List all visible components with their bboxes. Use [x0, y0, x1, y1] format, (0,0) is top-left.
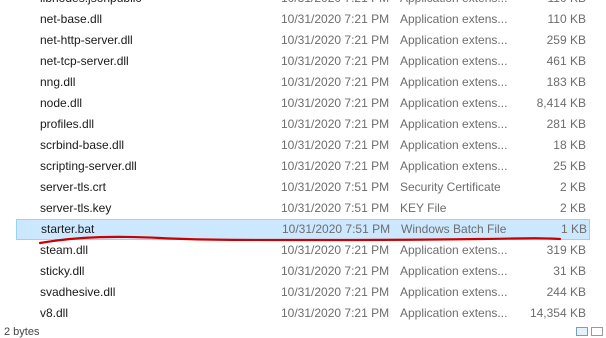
file-name: v8.dll: [40, 306, 69, 320]
file-name: profiles.dll: [40, 117, 95, 131]
file-list: libnodes.jsonpublic 10/31/2020 7:21 PM A…: [0, 0, 606, 324]
file-row[interactable]: steam.dll 10/31/2020 7:21 PM Application…: [0, 240, 606, 261]
file-row[interactable]: libnodes.jsonpublic 10/31/2020 7:21 PM A…: [0, 0, 606, 9]
file-date-modified: 10/31/2020 7:21 PM: [281, 285, 390, 299]
file-size: 8,414 KB: [536, 96, 586, 110]
file-name: libnodes.jsonpublic: [40, 0, 270, 9]
file-name: starter.bat: [41, 222, 95, 236]
file-name: server-tls.crt: [40, 180, 106, 194]
file-type: KEY File: [400, 201, 447, 215]
file-size: 281 KB: [546, 117, 586, 131]
file-type: Application extens...: [400, 138, 508, 152]
file-name: net-base.dll: [40, 12, 103, 26]
file-date-modified: 10/31/2020 7:21 PM: [281, 138, 390, 152]
file-date-modified: 10/31/2020 7:21 PM: [281, 306, 390, 320]
file-type: Application extens...: [400, 54, 508, 68]
file-row[interactable]: nng.dll 10/31/2020 7:21 PM Application e…: [0, 72, 606, 93]
file-row[interactable]: server-tls.key 10/31/2020 7:51 PM KEY Fi…: [0, 198, 606, 219]
file-date-modified: 10/31/2020 7:51 PM: [282, 222, 391, 236]
file-date-modified: 10/31/2020 7:21 PM: [281, 12, 390, 26]
file-row[interactable]: net-base.dll 10/31/2020 7:21 PM Applicat…: [0, 9, 606, 30]
file-row[interactable]: node.dll 10/31/2020 7:21 PM Application …: [0, 93, 606, 114]
file-name: nng.dll: [40, 75, 76, 89]
file-size: 18 KB: [553, 138, 586, 152]
file-type: Application extens...: [400, 285, 508, 299]
file-name: steam.dll: [40, 243, 89, 257]
file-row[interactable]: scripting-server.dll 10/31/2020 7:21 PM …: [0, 156, 606, 177]
file-date-modified: 10/31/2020 7:21 PM: [281, 33, 390, 47]
file-type: Windows Batch File: [401, 222, 507, 236]
file-type: Application extens...: [400, 96, 508, 110]
file-type: Application extens...: [400, 0, 510, 9]
file-date-modified: 10/31/2020 7:21 PM: [281, 243, 390, 257]
file-date-modified: 10/31/2020 7:21 PM: [281, 264, 390, 278]
file-name: net-tcp-server.dll: [40, 54, 129, 68]
file-row[interactable]: sticky.dll 10/31/2020 7:21 PM Applicatio…: [0, 261, 606, 282]
file-size: 319 KB: [546, 243, 586, 257]
file-date-modified: 10/31/2020 7:21 PM: [281, 96, 390, 110]
file-size: 183 KB: [546, 75, 586, 89]
file-type: Application extens...: [400, 243, 508, 257]
file-size: 31 KB: [553, 264, 586, 278]
file-size: 2 KB: [559, 180, 586, 194]
file-date-modified: 10/31/2020 7:51 PM: [281, 180, 390, 194]
file-type: Application extens...: [400, 306, 508, 320]
file-row[interactable]: server-tls.crt 10/31/2020 7:51 PM Securi…: [0, 177, 606, 198]
status-text: 2 bytes: [4, 326, 40, 338]
file-type: Application extens...: [400, 117, 508, 131]
file-row[interactable]: net-http-server.dll 10/31/2020 7:21 PM A…: [0, 30, 606, 51]
file-row[interactable]: v8.dll 10/31/2020 7:21 PM Application ex…: [0, 303, 606, 324]
file-date-modified: 10/31/2020 7:21 PM: [281, 159, 390, 173]
file-row[interactable]: profiles.dll 10/31/2020 7:21 PM Applicat…: [0, 114, 606, 135]
file-row[interactable]: starter.bat 10/31/2020 7:51 PM Windows B…: [16, 219, 590, 240]
file-type: Application extens...: [400, 264, 508, 278]
file-date-modified: 10/31/2020 7:21 PM: [281, 54, 390, 68]
file-date-modified: 10/31/2020 7:21 PM: [281, 117, 390, 131]
file-size: 110 KB: [547, 12, 586, 26]
file-row[interactable]: net-tcp-server.dll 10/31/2020 7:21 PM Ap…: [0, 51, 606, 72]
file-date-modified: 10/31/2020 7:21 PM: [281, 75, 390, 89]
file-size: 259 KB: [546, 33, 586, 47]
file-size: 1 KB: [560, 222, 587, 236]
file-size: 25 KB: [553, 159, 586, 173]
file-size: 14,354 KB: [529, 306, 586, 320]
file-name: svadhesive.dll: [40, 285, 116, 299]
file-row[interactable]: scrbind-base.dll 10/31/2020 7:21 PM Appl…: [0, 135, 606, 156]
file-type: Security Certificate: [400, 180, 501, 194]
file-type: Application extens...: [400, 12, 508, 26]
status-bar: 2 bytes: [0, 325, 606, 338]
file-name: scrbind-base.dll: [40, 138, 125, 152]
file-name: node.dll: [40, 96, 83, 110]
file-name: sticky.dll: [40, 264, 85, 278]
file-row[interactable]: svadhesive.dll 10/31/2020 7:21 PM Applic…: [0, 282, 606, 303]
file-size: 244 KB: [546, 285, 586, 299]
file-date-modified: 10/31/2020 7:51 PM: [281, 201, 390, 215]
file-name: scripting-server.dll: [40, 159, 137, 173]
file-name: net-http-server.dll: [40, 33, 133, 47]
file-size: 110 KB: [520, 0, 586, 9]
file-type: Application extens...: [400, 33, 508, 47]
file-size: 461 KB: [546, 54, 586, 68]
file-type: Application extens...: [400, 159, 508, 173]
file-date-modified: 10/31/2020 7:21 PM: [281, 0, 391, 9]
file-size: 2 KB: [559, 201, 586, 215]
file-name: server-tls.key: [40, 201, 112, 215]
file-type: Application extens...: [400, 75, 508, 89]
